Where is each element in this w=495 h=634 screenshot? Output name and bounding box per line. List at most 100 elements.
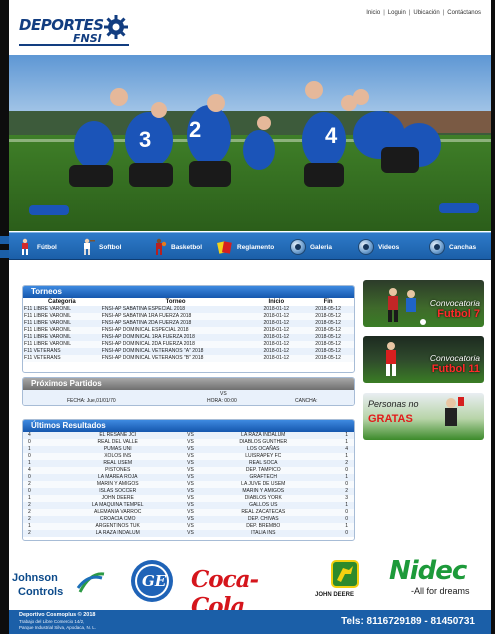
score-cell: 2 bbox=[318, 488, 354, 495]
result-row[interactable]: 0 ISLAS SOCCER VS MARIN Y AMIGOS 2 bbox=[23, 488, 354, 495]
table-row[interactable]: F11 LIBRE VARONIL FNSI-AP DOMINICAL 1RA F… bbox=[23, 334, 354, 341]
score-cell: 4 bbox=[318, 446, 354, 453]
result-row[interactable]: 0 REAL DEL VALLE VS DIABLOS GUNTHER 1 bbox=[23, 439, 354, 446]
menu-item-reglamento[interactable]: Reglamento bbox=[217, 233, 274, 261]
banner-convocatoria-futbol11[interactable]: Convocatoria Futbol 11 bbox=[363, 336, 484, 383]
hero-team-photo: 3 2 4 bbox=[9, 55, 491, 231]
team-cell: DIABLOS YORK bbox=[208, 495, 319, 502]
team-cell: DEP. TAMPICO bbox=[208, 467, 319, 474]
sponsor-coca-cola[interactable]: Coca-Cola bbox=[191, 562, 307, 620]
vs-cell: VS bbox=[172, 530, 209, 537]
table-row[interactable]: F11 LIBRE VARONIL FNSI-AP SABATINA ESPECI… bbox=[23, 306, 354, 313]
vs-cell: VS bbox=[172, 432, 209, 439]
score-cell: 1 bbox=[318, 523, 354, 530]
result-row[interactable]: 2 CROACIA CMO VS DEP. CHIVAS 0 bbox=[23, 516, 354, 523]
vs-cell: VS bbox=[172, 467, 209, 474]
result-row[interactable]: 1 REAL USEM VS REAL SOCA 2 bbox=[23, 460, 354, 467]
vs-cell: VS bbox=[172, 502, 209, 509]
table-cell: 2018-05-12 bbox=[302, 334, 354, 341]
table-row[interactable]: F11 LIBRE VARONIL FNSI-AP DOMINICAL 2DA F… bbox=[23, 341, 354, 348]
table-row[interactable]: F11 VETERANS FNSI-AP DOMINICAL VETERANOS … bbox=[23, 348, 354, 355]
banner-line2: Futbol 7 bbox=[437, 308, 480, 320]
team-cell: ITALIA INS bbox=[208, 530, 319, 537]
table-cell: F11 LIBRE VARONIL bbox=[23, 320, 101, 327]
result-row[interactable]: 1 JOHN DEERE VS DIABLOS YORK 3 bbox=[23, 495, 354, 502]
result-row[interactable]: 4 PISTONES VS DEP. TAMPICO 0 bbox=[23, 467, 354, 474]
result-row[interactable]: 1 PUMAS UNI VS LOS OCAÑAS 4 bbox=[23, 446, 354, 453]
latest-results-panel: Últimos Resultados 4 EL RESANE JCI VS LA RA… bbox=[22, 419, 355, 541]
team-cell: LA JUVE DE USEM bbox=[208, 481, 319, 488]
right-edge-bar bbox=[491, 0, 495, 634]
team-cell: CROACIA CMO bbox=[62, 516, 173, 523]
vs-cell: VS bbox=[172, 460, 209, 467]
result-row[interactable]: 2 LA MAQUINA TEMPEL VS GALLOS US 1 bbox=[23, 502, 354, 509]
sponsor-ge[interactable]: GE bbox=[129, 558, 175, 604]
result-row[interactable]: 4 EL RESANE JCI VS LA RAZA INDALUM 1 bbox=[23, 432, 354, 439]
team-cell: REAL SOCA bbox=[208, 460, 319, 467]
score-cell: 4 bbox=[23, 432, 63, 439]
team-cell: GRAFTECH bbox=[208, 474, 319, 481]
menu-item-canchas[interactable]: Canchas bbox=[429, 233, 476, 261]
videos-button-icon bbox=[358, 239, 374, 255]
result-row[interactable]: 2 MARIN Y AMIGOS VS LA JUVE DE USEM 0 bbox=[23, 481, 354, 488]
team-cell: REAL DEL VALLE bbox=[62, 439, 173, 446]
menu-label: Galeria bbox=[310, 243, 333, 251]
nav-link-contactanos[interactable]: Contáctanos bbox=[447, 10, 481, 16]
menu-item-basketbol[interactable]: Basketbol bbox=[151, 233, 202, 261]
menu-item-galeria[interactable]: Galeria bbox=[290, 233, 332, 261]
team-cell: ARGENTINOS TUK bbox=[62, 523, 173, 530]
team-cell: LA RAZA INDALUM bbox=[208, 432, 319, 439]
soccer-player-icon bbox=[22, 238, 28, 255]
nav-link-ubicacion[interactable]: Ubicación bbox=[413, 10, 439, 16]
banner-line1: Personas no bbox=[368, 399, 419, 409]
hero-illustration: 3 2 4 bbox=[9, 55, 491, 231]
table-cell: 2018-05-12 bbox=[302, 327, 354, 334]
menu-item-futbol[interactable]: Fútbol bbox=[17, 233, 57, 261]
team-cell: ALEMANIA VARROC bbox=[62, 509, 173, 516]
sponsor-nidec[interactable]: Nidec -All for dreams bbox=[389, 556, 489, 604]
team-cell: LA MAQUINA TEMPEL bbox=[62, 502, 173, 509]
column-header: Fin bbox=[323, 299, 333, 305]
vs-cell: VS bbox=[172, 509, 209, 516]
table-cell: F11 VETERANS bbox=[23, 348, 101, 355]
team-cell: LUISRAPEY FC bbox=[208, 453, 319, 460]
banner-line1: Convocatoria bbox=[429, 298, 480, 308]
sponsor-john-deere[interactable]: JOHN DEERE bbox=[315, 560, 375, 604]
result-row[interactable]: 2 ALEMANIA VARROC VS REAL ZACATECAS 0 bbox=[23, 509, 354, 516]
menu-item-videos[interactable]: Videos bbox=[358, 233, 399, 261]
banner-personas-no-gratas[interactable]: Personas no GRATAS bbox=[363, 393, 484, 440]
menu-label: Reglamento bbox=[237, 243, 275, 251]
vs-cell: VS bbox=[172, 481, 209, 488]
nav-link-inicio[interactable]: Inicio bbox=[366, 10, 380, 16]
sponsors-strip: Johnson Controls GE Coca-Cola JOHN DEERE… bbox=[9, 552, 491, 620]
banner-convocatoria-futbol7[interactable]: Convocatoria Futbol 7 bbox=[363, 280, 484, 327]
tournaments-panel: Torneos Categoría Torneo Inicio Fin F11 … bbox=[22, 285, 355, 373]
sponsor-text: JOHN DEERE bbox=[315, 592, 355, 598]
result-row[interactable]: 2 LA RAZA INDALUM VS ITALIA INS 0 bbox=[23, 530, 354, 537]
footer-phone: Tels: 8116729189 - 81450731 bbox=[341, 616, 475, 627]
nav-link-loguin[interactable]: Loguin bbox=[388, 10, 406, 16]
score-cell: 1 bbox=[23, 523, 63, 530]
table-row[interactable]: F11 LIBRE VARONIL FNSI-AP SABATINA 1RA FU… bbox=[23, 313, 354, 320]
site-logo[interactable]: DEPORTES FNSI bbox=[19, 12, 129, 46]
table-cell: 2018-01-12 bbox=[250, 355, 303, 362]
score-cell: 1 bbox=[318, 453, 354, 460]
table-row[interactable]: F11 VETERANS FNSI-AP DOMINICAL VETERANOS … bbox=[23, 355, 354, 362]
column-header: Torneo bbox=[165, 299, 186, 305]
result-row[interactable]: 1 ARGENTINOS TUK VS DEP. BREMBO 1 bbox=[23, 523, 354, 530]
score-cell: 2 bbox=[318, 460, 354, 467]
logo-underline bbox=[19, 44, 129, 46]
tournaments-body: F11 LIBRE VARONIL FNSI-AP SABATINA ESPECI… bbox=[23, 306, 354, 362]
score-cell: 0 bbox=[23, 474, 63, 481]
table-row[interactable]: F11 LIBRE VARONIL FNSI-AP DOMINICAL ESPEC… bbox=[23, 327, 354, 334]
table-cell: F11 LIBRE VARONIL bbox=[23, 327, 101, 334]
score-cell: 2 bbox=[23, 530, 63, 537]
result-row[interactable]: 0 XOLOS INS VS LUISRAPEY FC 1 bbox=[23, 453, 354, 460]
team-cell: LA RAZA INDALUM bbox=[62, 530, 173, 537]
result-row[interactable]: 0 LA MAREA ROJA VS GRAFTECH 1 bbox=[23, 474, 354, 481]
table-row[interactable]: F11 LIBRE VARONIL FNSI-AP SABATINA 2DA FU… bbox=[23, 320, 354, 327]
menu-item-softbol[interactable]: Softbol bbox=[79, 233, 121, 261]
sponsor-johnson-controls[interactable]: Johnson Controls bbox=[12, 564, 110, 604]
score-cell: 0 bbox=[318, 481, 354, 488]
table-cell: FNSI-AP DOMINICAL ESPECIAL 2018 bbox=[100, 327, 251, 334]
